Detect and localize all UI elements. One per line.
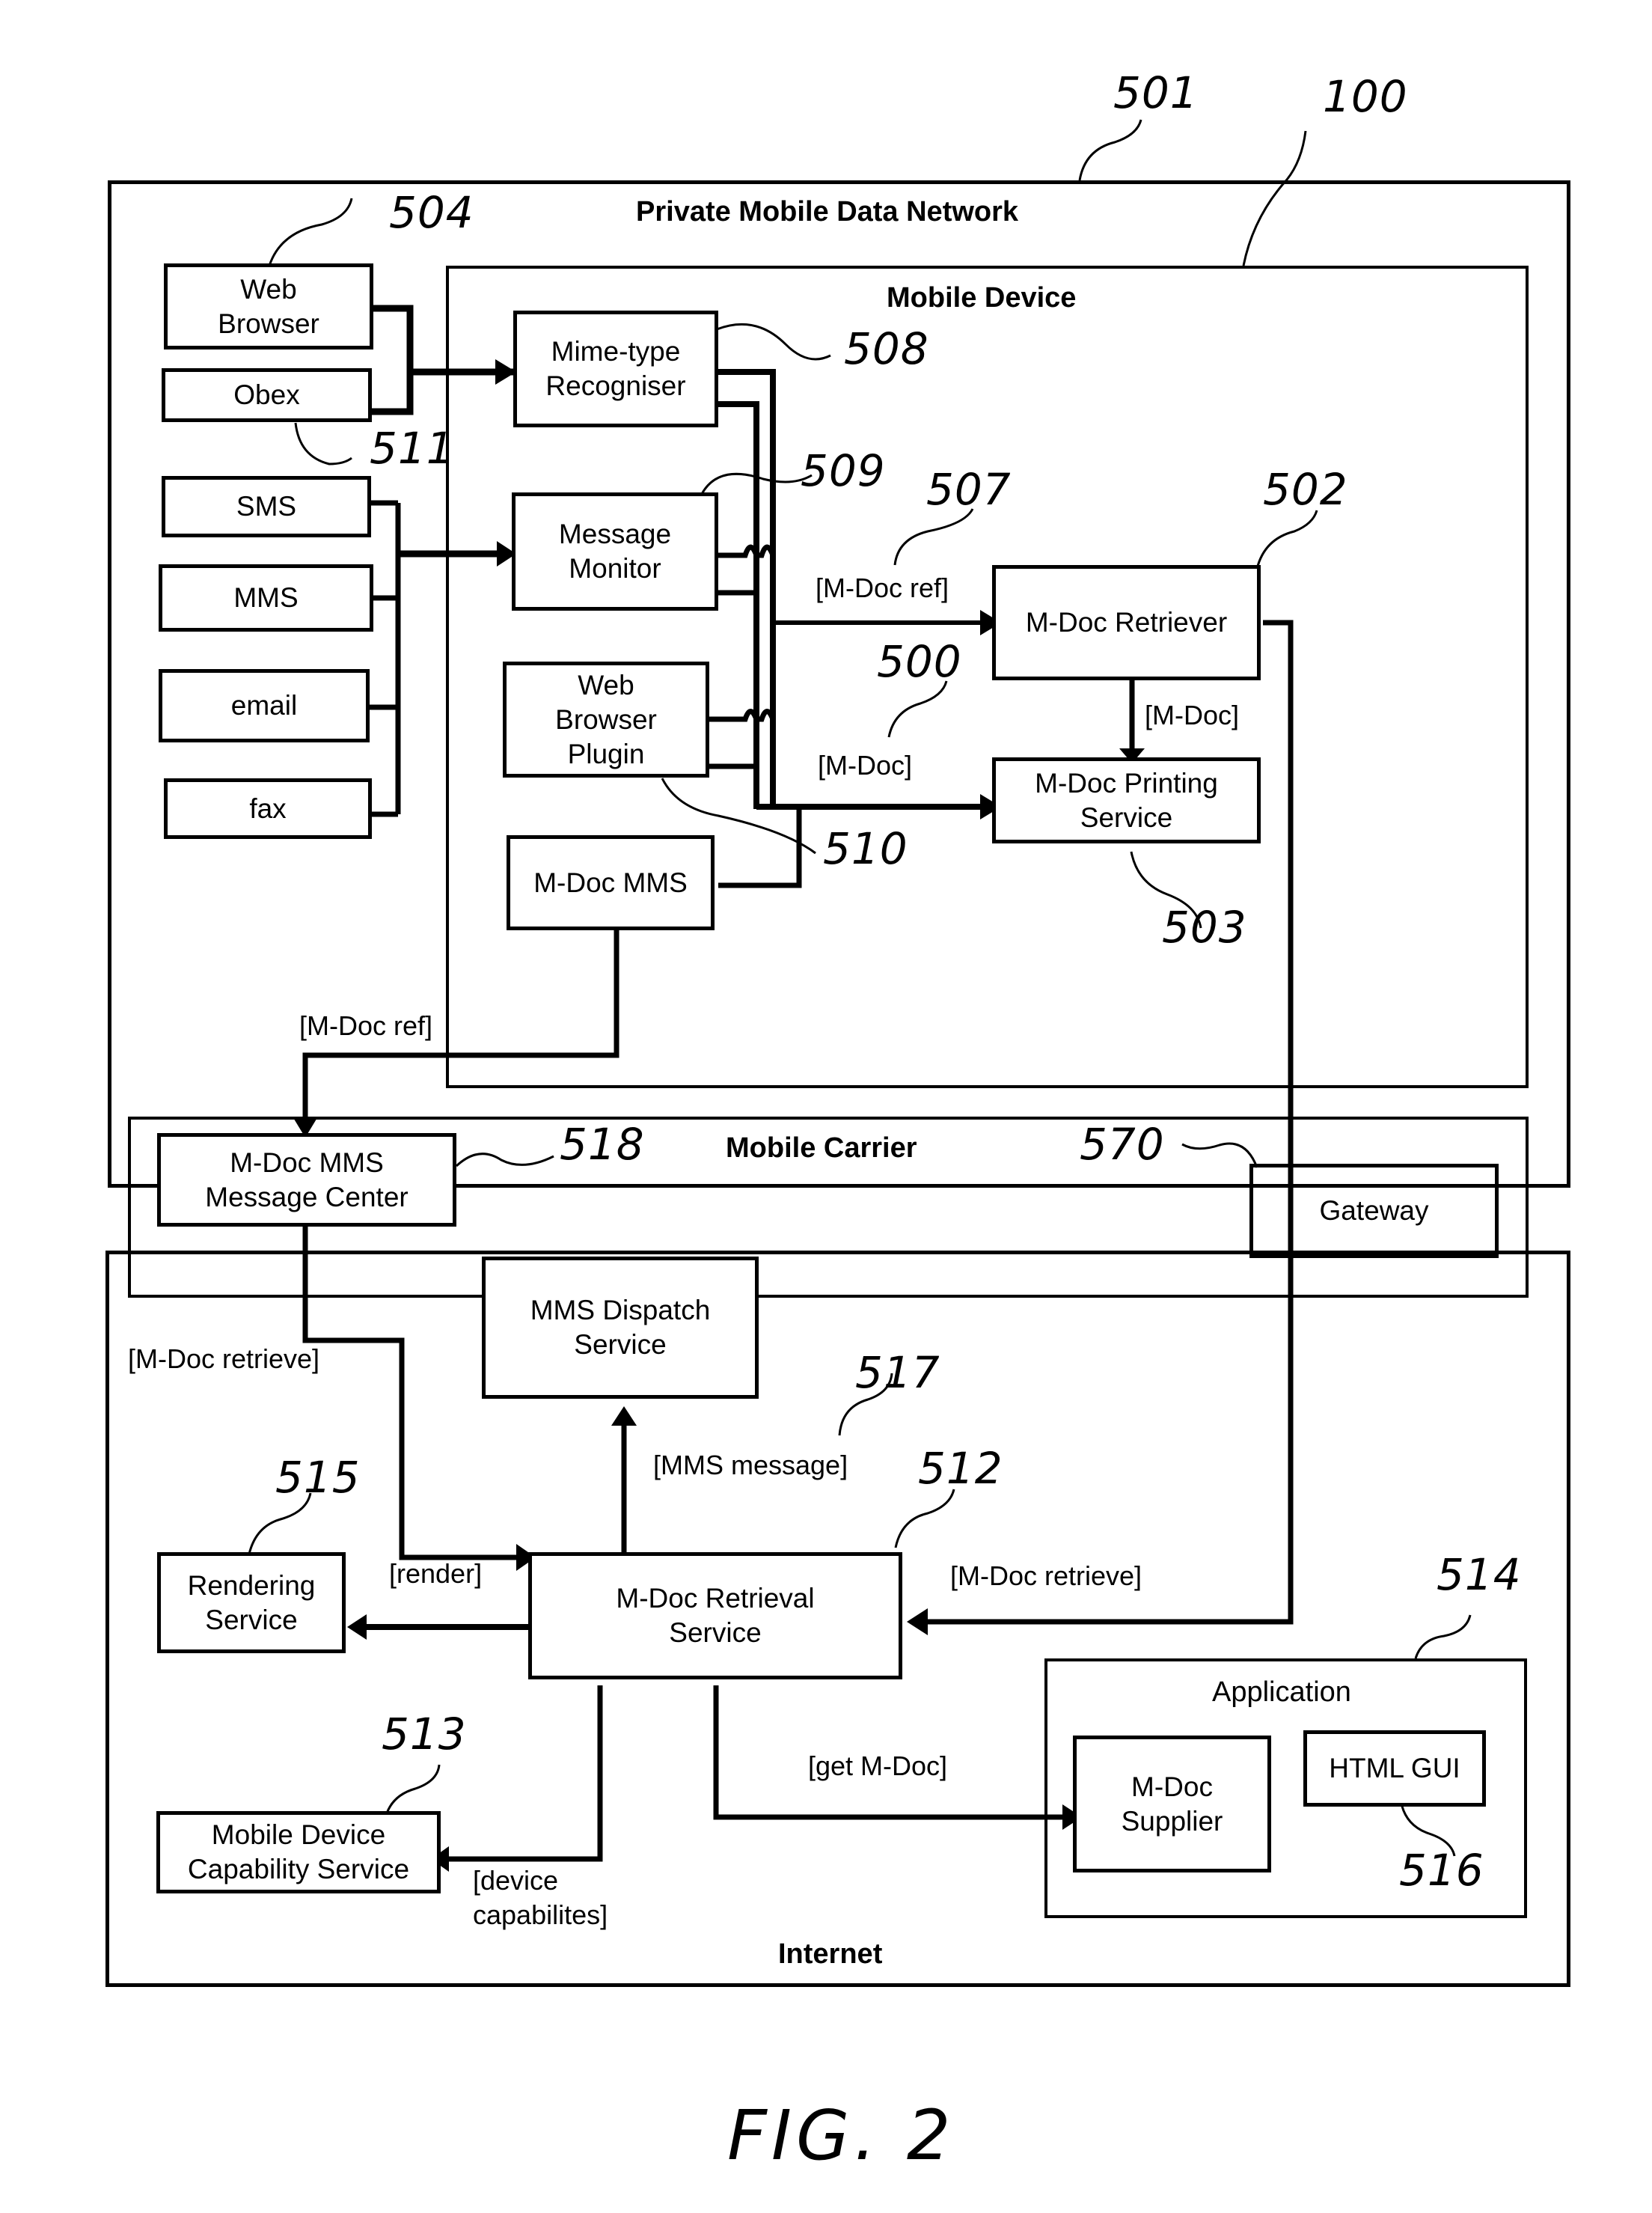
figure-caption: FIG. 2 [727,2096,955,2176]
wire-mime-out1 [717,369,776,807]
mms-dispatch-service-box: MMS Dispatch Service [482,1257,759,1399]
gateway-box: Gateway [1249,1164,1499,1258]
obex-box: Obex [162,368,372,422]
message-monitor-box: Message Monitor [512,492,718,611]
mdoc-printing-service-box: M-Doc Printing Service [992,757,1261,843]
wire-monitor-out1 [717,544,776,558]
mime-type-recogniser-box: Mime-type Recogniser [513,311,718,427]
mdoc-supplier-box: M-Doc Supplier [1073,1736,1271,1872]
html-gui-box: HTML GUI [1303,1730,1486,1807]
ref-515: 515 [275,1452,361,1503]
web-browser-plugin-box: Web Browser Plugin [503,662,709,778]
mdoc-retriever-box: M-Doc Retriever [992,565,1261,680]
ref-509: 509 [801,445,886,496]
mms-message-center-box: M-Doc MMS Message Center [157,1133,456,1227]
ref-502: 502 [1263,464,1348,515]
label-mms-message: [MMS message] [653,1450,848,1480]
ref-570: 570 [1080,1119,1165,1170]
fax-box: fax [164,778,372,839]
ref-100: 100 [1323,71,1408,122]
capability-service-box: Mobile Device Capability Service [156,1811,441,1893]
ref-510: 510 [823,823,908,874]
wire-plugin-out1 [706,709,776,722]
ref-516: 516 [1399,1845,1484,1896]
ref-517: 517 [855,1347,940,1398]
label-get-mdoc: [get M-Doc] [808,1750,948,1781]
rendering-service-box: Rendering Service [157,1552,346,1653]
mdoc-mms-box: M-Doc MMS [507,835,715,930]
arrowhead-rendering [347,1614,367,1640]
ref-518: 518 [560,1119,645,1170]
mdoc-retrieval-service-box: M-Doc Retrieval Service [528,1552,902,1679]
arrowhead-retrieval-gateway [907,1608,928,1635]
ref-507: 507 [926,464,1012,515]
label-retriever-printing: [M-Doc] [1145,700,1239,730]
email-box: email [159,669,370,742]
ref-503: 503 [1162,902,1247,953]
ref-504: 504 [389,187,474,238]
ref-508: 508 [844,323,929,374]
label-mdoc-printing: [M-Doc] [818,750,912,781]
wire-obex-mime [370,372,414,415]
label-device-capabilities: [device capabilites] [473,1865,608,1930]
arrowhead-dispatch [611,1406,637,1426]
ref-514: 514 [1437,1549,1522,1600]
wire-webbrowser-mime [373,305,414,372]
ref-500: 500 [877,636,962,687]
ref-511: 511 [370,423,455,474]
wire-retrieval-capability [449,1685,603,1862]
patent-figure: Private Mobile Data Network Mobile Devic… [0,0,1652,2213]
label-mms-to-center: [M-Doc ref] [299,1010,433,1041]
label-mdoc-ref-retriever: [M-Doc ref] [816,573,949,603]
web-browser-box: Web Browser [164,263,373,349]
ref-512: 512 [918,1443,1003,1494]
label-gateway-retrieve: [M-Doc retrieve] [950,1560,1142,1591]
wire-mime-out2 [717,401,759,809]
label-center-retrieve: [M-Doc retrieve] [128,1343,320,1374]
sms-box: SMS [162,476,371,537]
ref-501: 501 [1113,67,1199,118]
label-render: [render] [389,1558,483,1589]
ref-513: 513 [382,1709,467,1759]
mms-box: MMS [159,564,373,632]
